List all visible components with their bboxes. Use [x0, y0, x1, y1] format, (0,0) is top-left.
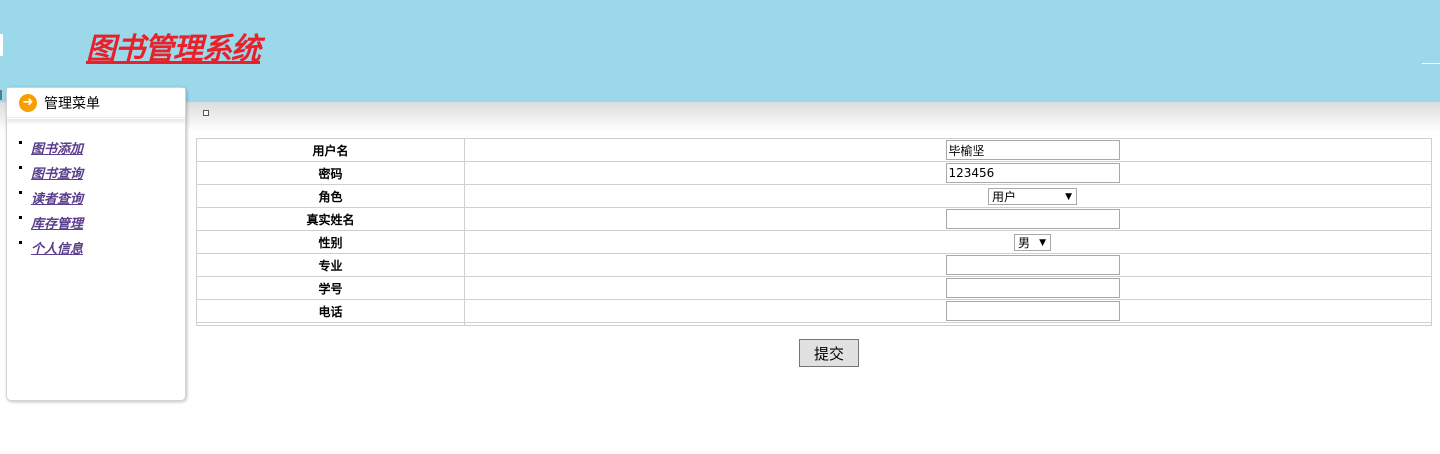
username-input[interactable] [945, 140, 1120, 160]
phone-label: 电话 [196, 299, 465, 323]
password-label: 密码 [196, 161, 465, 185]
gender-select[interactable]: 男 ▼ [1014, 233, 1051, 251]
table-row-filler [196, 322, 1432, 326]
student-id-input[interactable] [945, 278, 1120, 298]
user-form-table: 用户名 密码 角色 用户 ▼ 真实姓名 性别 男 ▼ [196, 138, 1432, 326]
bullet-icon [19, 241, 22, 244]
menu-item-inventory: 库存管理 [19, 213, 83, 238]
reader-search-link[interactable]: 读者查询 [31, 188, 83, 207]
role-label: 角色 [196, 184, 465, 208]
menu-item-profile: 个人信息 [19, 238, 83, 263]
menu-list: 图书添加 图书查询 读者查询 库存管理 个人信息 [19, 138, 83, 263]
bullet-icon [19, 191, 22, 194]
major-input[interactable] [945, 255, 1120, 275]
small-square-icon [203, 110, 209, 116]
realname-label: 真实姓名 [196, 207, 465, 231]
phone-input[interactable] [945, 301, 1120, 321]
table-row: 电话 [196, 299, 1432, 323]
bullet-icon [19, 141, 22, 144]
table-row: 真实姓名 [196, 207, 1432, 231]
profile-link[interactable]: 个人信息 [31, 238, 83, 257]
table-row: 密码 [196, 161, 1432, 185]
arrow-right-icon: ➜ [19, 93, 37, 112]
app-title: 图书管理系统 [86, 32, 261, 67]
content-top-strip [0, 102, 1440, 132]
menu-item-book-search: 图书查询 [19, 163, 83, 188]
sidebar: ➜ 管理菜单 图书添加 图书查询 读者查询 库存管理 个人信息 [6, 87, 186, 401]
major-label: 专业 [196, 253, 465, 277]
role-select[interactable]: 用户 ▼ [988, 187, 1077, 205]
dropdown-arrow-icon: ▼ [1039, 237, 1046, 248]
table-row: 角色 用户 ▼ [196, 184, 1432, 208]
menu-title: 管理菜单 [44, 95, 100, 112]
submit-button[interactable]: 提交 [799, 339, 859, 367]
menu-item-reader-search: 读者查询 [19, 188, 83, 213]
table-row: 学号 [196, 276, 1432, 300]
header: 图书管理系统 [0, 0, 1440, 102]
gender-select-value: 男 [1018, 235, 1031, 250]
username-label: 用户名 [196, 138, 465, 162]
table-row: 用户名 [196, 138, 1432, 162]
student-id-label: 学号 [196, 276, 465, 300]
book-add-link[interactable]: 图书添加 [31, 138, 83, 157]
header-divider [1422, 63, 1440, 64]
dropdown-arrow-icon: ▼ [1065, 191, 1072, 202]
table-row: 性别 男 ▼ [196, 230, 1432, 254]
gender-label: 性别 [196, 230, 465, 254]
book-search-link[interactable]: 图书查询 [31, 163, 83, 182]
password-input[interactable] [945, 163, 1120, 183]
role-select-value: 用户 [992, 189, 1017, 204]
bullet-icon [19, 166, 22, 169]
table-row: 专业 [196, 253, 1432, 277]
realname-input[interactable] [945, 209, 1120, 229]
edge-mark [0, 34, 7, 56]
menu-separator [7, 119, 185, 125]
menu-item-book-add: 图书添加 [19, 138, 83, 163]
bullet-icon [19, 216, 22, 219]
inventory-link[interactable]: 库存管理 [31, 213, 83, 232]
menu-header: ➜ 管理菜单 [7, 88, 185, 118]
